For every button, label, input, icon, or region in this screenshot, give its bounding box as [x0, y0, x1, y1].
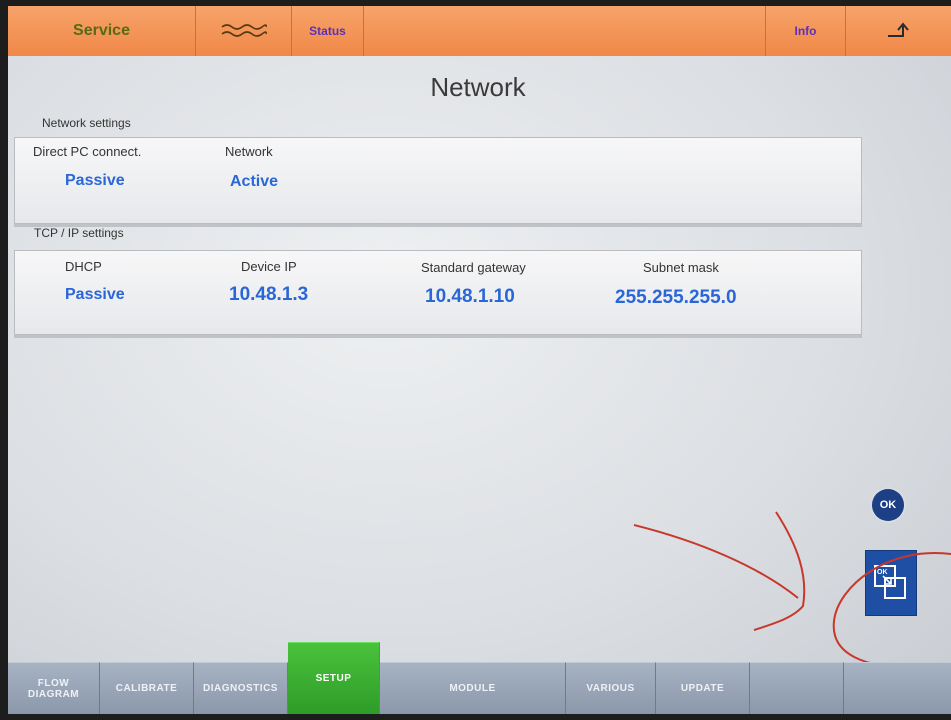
top-bar-spacer: [364, 6, 766, 56]
dhcp-value[interactable]: Passive: [65, 286, 125, 304]
tcp-settings-panel: DHCP Device IP Standard gateway Subnet m…: [14, 250, 862, 335]
subnet-label: Subnet mask: [643, 260, 719, 275]
status-tab[interactable]: Status: [292, 6, 364, 56]
tab-setup[interactable]: SETUP: [288, 642, 380, 714]
tab-calibrate-label: CALIBRATE: [115, 683, 178, 694]
ok-window-icon: OK: [874, 565, 906, 599]
tab-diagnostics-label: DIAGNOSTICS: [203, 683, 278, 694]
network-settings-panel: Direct PC connect. Network Passive Activ…: [14, 137, 862, 224]
service-label: Service: [73, 22, 130, 39]
tab-various[interactable]: VARIOUS: [566, 662, 656, 714]
tab-module-label: MODULE: [449, 683, 496, 694]
network-settings-heading: Network settings: [42, 116, 131, 130]
top-bar: Service Status Info: [8, 6, 951, 56]
return-arrow-icon: [887, 22, 909, 37]
tab-update-label: UPDATE: [680, 683, 725, 694]
annotation-strokes: [633, 511, 951, 669]
tab-empty-2[interactable]: [844, 662, 951, 714]
network-value[interactable]: Active: [230, 173, 278, 191]
ok-window-mini-label: OK: [877, 569, 888, 576]
ok-button[interactable]: OK: [872, 489, 904, 521]
tab-module[interactable]: MODULE: [380, 662, 566, 714]
tab-calibrate[interactable]: CALIBRATE: [100, 662, 194, 714]
tab-various-label: VARIOUS: [586, 683, 635, 694]
tab-empty-1[interactable]: [750, 662, 844, 714]
bottom-tab-bar: FLOW DIAGRAM CALIBRATE DIAGNOSTICS SETUP …: [8, 641, 951, 714]
gateway-value[interactable]: 10.48.1.10: [425, 286, 515, 308]
status-label: Status: [309, 24, 346, 38]
flow-tab[interactable]: [196, 6, 292, 56]
tab-diagnostics[interactable]: DIAGNOSTICS: [194, 662, 288, 714]
service-tab[interactable]: Service: [8, 6, 196, 56]
tab-setup-label: SETUP: [315, 673, 352, 684]
device-screen: Service Status Info Network Network sett…: [8, 6, 951, 714]
dhcp-label: DHCP: [65, 259, 102, 274]
info-label: Info: [794, 24, 817, 38]
tab-flow-diagram-label: FLOW DIAGRAM: [27, 677, 80, 700]
tab-update[interactable]: UPDATE: [656, 662, 750, 714]
gateway-label: Standard gateway: [421, 260, 526, 275]
tab-flow-diagram[interactable]: FLOW DIAGRAM: [8, 662, 100, 714]
info-tab[interactable]: Info: [766, 6, 846, 56]
subnet-value[interactable]: 255.255.255.0: [615, 287, 737, 309]
page-title: Network: [430, 72, 526, 102]
device-ip-label: Device IP: [241, 259, 297, 274]
waves-icon: [221, 24, 267, 37]
network-label: Network: [225, 144, 273, 159]
back-button[interactable]: [846, 6, 951, 56]
ok-window-button[interactable]: OK: [865, 550, 917, 616]
direct-pc-value[interactable]: Passive: [65, 172, 125, 190]
tcp-settings-heading: TCP / IP settings: [34, 226, 124, 240]
ok-label: OK: [879, 499, 897, 511]
direct-pc-label: Direct PC connect.: [33, 144, 142, 159]
device-ip-value[interactable]: 10.48.1.3: [229, 284, 308, 306]
